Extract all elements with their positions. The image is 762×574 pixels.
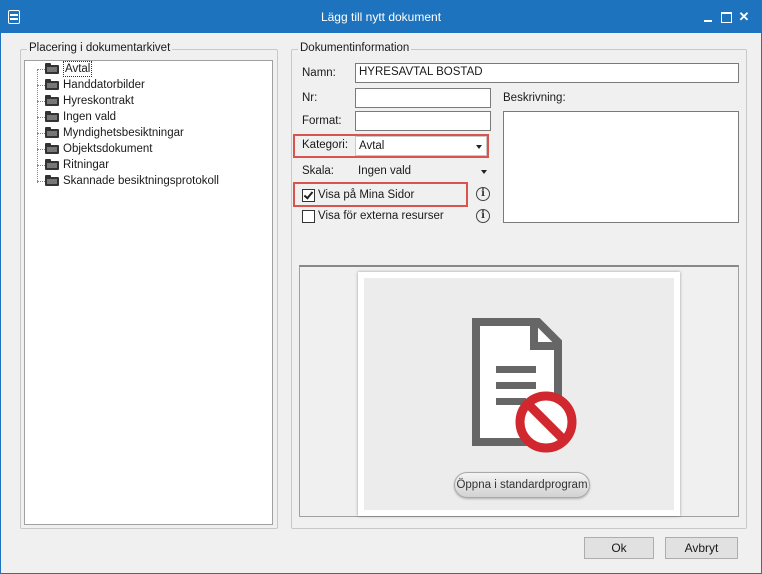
dialog-window: Lägg till nytt dokument ✕ Placering i do… <box>0 0 762 574</box>
tree-item-label: Avtal <box>63 61 93 77</box>
show-external-checkbox[interactable] <box>302 210 315 223</box>
folder-icon <box>45 95 59 106</box>
nr-input[interactable] <box>355 88 491 108</box>
name-label: Namn: <box>302 67 336 79</box>
tree-item-label: Handdatorbilder <box>63 79 145 91</box>
tree-item-label: Hyreskontrakt <box>63 95 134 107</box>
tree-item[interactable]: Objektsdokument <box>25 141 270 157</box>
show-mina-sidor-label: Visa på Mina Sidor <box>318 189 415 201</box>
tree-item-label: Ritningar <box>63 159 110 171</box>
description-textarea[interactable] <box>503 111 739 223</box>
open-in-default-program-button[interactable]: Öppna i standardprogram <box>454 472 590 498</box>
tree-item[interactable]: Ingen vald <box>25 109 270 125</box>
ok-button[interactable]: Ok <box>584 537 654 559</box>
folder-icon <box>45 175 59 186</box>
close-button[interactable]: ✕ <box>735 7 753 27</box>
folder-icon <box>45 127 59 138</box>
preview-card: Öppna i standardprogram <box>358 272 680 516</box>
category-label: Kategori: <box>302 139 349 151</box>
document-unavailable-icon <box>472 318 577 453</box>
archive-group: Placering i dokumentarkivet Avtal Handda… <box>20 42 278 529</box>
tree-item[interactable]: Skannade besiktningsprotokoll <box>25 173 270 189</box>
category-select[interactable]: Avtal <box>355 136 487 156</box>
checkmark-icon <box>303 189 314 200</box>
format-label: Format: <box>302 115 342 127</box>
title-bar[interactable]: Lägg till nytt dokument ✕ <box>1 1 761 33</box>
folder-icon <box>45 79 59 90</box>
nr-label: Nr: <box>302 92 318 104</box>
info-icon[interactable]: i <box>476 209 490 223</box>
folder-icon <box>45 63 59 74</box>
preview-panel: Öppna i standardprogram <box>299 265 739 517</box>
maximize-button[interactable] <box>717 7 735 27</box>
minimize-button[interactable] <box>699 7 717 27</box>
category-selected-value: Avtal <box>359 140 385 152</box>
tree-item-label: Ingen vald <box>63 111 117 123</box>
scale-label: Skala: <box>302 165 334 177</box>
tree-item[interactable]: Ritningar <box>25 157 270 173</box>
tree-item-label: Skannade besiktningsprotokoll <box>63 175 219 187</box>
folder-icon <box>45 143 59 154</box>
show-mina-sidor-checkbox[interactable] <box>302 189 315 202</box>
archive-legend: Placering i dokumentarkivet <box>27 42 173 54</box>
info-icon[interactable]: i <box>476 187 490 201</box>
chevron-down-icon <box>481 170 487 174</box>
scale-selected-value: Ingen vald <box>358 165 412 177</box>
tree-item-label: Myndighetsbesiktningar <box>63 127 184 139</box>
folder-icon <box>45 111 59 122</box>
archive-tree[interactable]: Avtal Handdatorbilder Hyreskontrakt Inge… <box>24 60 273 525</box>
window-title: Lägg till nytt dokument <box>320 10 442 24</box>
scale-select[interactable]: Ingen vald <box>355 162 491 182</box>
tree-item[interactable]: Myndighetsbesiktningar <box>25 125 270 141</box>
format-input[interactable] <box>355 111 491 131</box>
tree-item[interactable]: Avtal <box>25 61 270 77</box>
name-input[interactable]: HYRESAVTAL BOSTAD <box>355 63 739 83</box>
folder-icon <box>45 159 59 170</box>
show-external-label: Visa för externa resurser <box>318 210 444 222</box>
description-label: Beskrivning: <box>503 92 566 104</box>
tree-item[interactable]: Hyreskontrakt <box>25 93 270 109</box>
tree-item[interactable]: Handdatorbilder <box>25 77 270 93</box>
cancel-button[interactable]: Avbryt <box>665 537 738 559</box>
chevron-down-icon <box>476 145 482 149</box>
tree-item-label: Objektsdokument <box>63 143 153 155</box>
document-info-legend: Dokumentinformation <box>298 42 412 54</box>
